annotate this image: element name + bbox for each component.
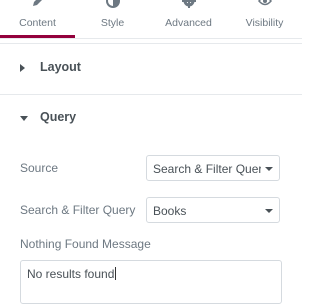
tab-content[interactable]: Content bbox=[0, 0, 75, 38]
source-label: Source bbox=[20, 161, 59, 175]
tab-advanced[interactable]: Advanced bbox=[151, 0, 226, 37]
chevron-down-icon bbox=[265, 209, 273, 213]
search-filter-query-value: Books bbox=[153, 204, 187, 218]
tab-label: Visibility bbox=[245, 17, 284, 29]
text-cursor bbox=[115, 267, 117, 280]
search-filter-query-label: Search & Filter Query bbox=[20, 203, 136, 217]
nothing-found-message-textarea[interactable]: No results found bbox=[20, 260, 282, 304]
source-select[interactable]: Search & Filter Query bbox=[146, 155, 280, 181]
section-layout-header[interactable]: Layout bbox=[0, 45, 302, 92]
gear-icon bbox=[181, 0, 196, 8]
pencil-icon bbox=[32, 0, 42, 6]
nothing-found-label: Nothing Found Message bbox=[20, 237, 151, 251]
section-query-header[interactable]: Query bbox=[0, 95, 302, 142]
tab-style[interactable]: Style bbox=[75, 0, 150, 37]
caret-down-icon bbox=[20, 116, 28, 121]
search-filter-query-select[interactable]: Books bbox=[146, 197, 280, 223]
caret-right-icon bbox=[20, 64, 25, 72]
tab-label: Style bbox=[100, 17, 125, 29]
eye-icon bbox=[257, 0, 272, 6]
tab-visibility[interactable]: Visibility bbox=[227, 0, 302, 37]
panel-tabs: Content Style Advanced Visibility bbox=[0, 0, 302, 39]
section-title: Query bbox=[40, 110, 77, 124]
half-circle-icon bbox=[105, 0, 120, 8]
section-title: Layout bbox=[40, 60, 81, 74]
source-select-value: Search & Filter Query bbox=[153, 162, 261, 176]
tab-label: Content bbox=[19, 17, 56, 29]
chevron-down-icon bbox=[265, 167, 273, 171]
tab-label: Advanced bbox=[165, 17, 212, 29]
nothing-found-message-value: No results found bbox=[27, 267, 115, 281]
section-divider bbox=[0, 43, 302, 44]
